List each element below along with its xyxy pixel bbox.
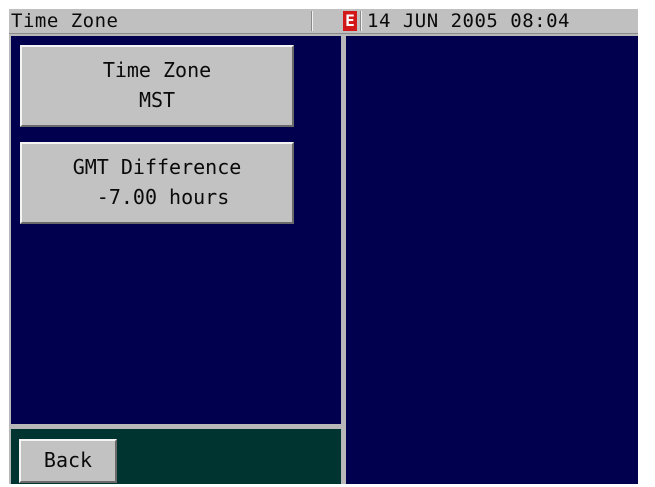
status-badge: E bbox=[343, 11, 357, 31]
datetime-separator bbox=[360, 11, 362, 31]
datetime-readout: 14 JUN 2005 08:04 bbox=[367, 10, 570, 32]
gmt-difference-label: GMT Difference bbox=[72, 155, 242, 179]
left-panel: Time Zone MST GMT Difference -7.00 hours bbox=[11, 36, 341, 424]
back-button[interactable]: Back bbox=[19, 439, 117, 483]
right-panel bbox=[346, 36, 638, 484]
title-separator bbox=[311, 11, 313, 31]
bottom-bar: Back bbox=[11, 429, 341, 484]
page-title: Time Zone bbox=[11, 10, 119, 32]
time-zone-button[interactable]: Time Zone MST bbox=[20, 45, 294, 127]
device-screen: Time Zone E 14 JUN 2005 08:04 Time Zone … bbox=[9, 9, 638, 484]
time-zone-label: Time Zone bbox=[102, 58, 212, 82]
gmt-difference-value: -7.00 hours bbox=[84, 185, 230, 209]
gmt-difference-button[interactable]: GMT Difference -7.00 hours bbox=[20, 142, 294, 224]
title-bar: Time Zone E 14 JUN 2005 08:04 bbox=[9, 9, 638, 34]
time-zone-value: MST bbox=[138, 88, 176, 112]
